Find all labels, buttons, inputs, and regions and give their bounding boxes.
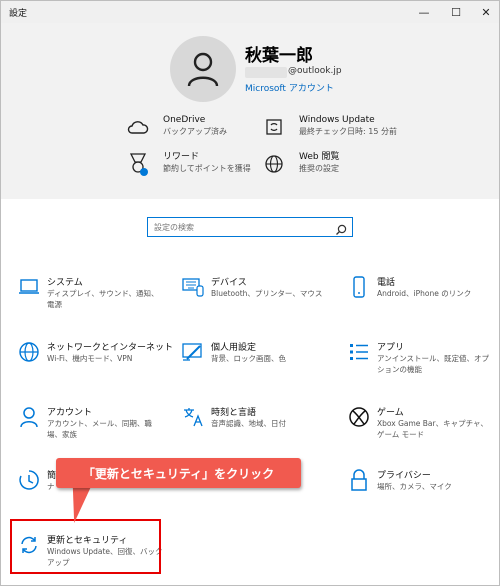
category-title: システム xyxy=(47,278,83,288)
category-gaming[interactable]: ゲーム Xbox Game Bar、キャプチャ、ゲーム モード xyxy=(347,405,497,457)
quick-setting-title: OneDrive xyxy=(163,115,206,125)
lock-icon xyxy=(347,468,371,492)
highlight-box xyxy=(10,519,161,574)
avatar[interactable] xyxy=(170,36,236,102)
quick-setting-windows-update[interactable]: Windows Update 最終チェック日時: 15 分前 xyxy=(261,114,397,140)
quick-setting-onedrive[interactable]: OneDrive バックアップ済み xyxy=(125,114,227,140)
rewards-icon xyxy=(125,151,151,177)
email-redaction xyxy=(245,67,287,78)
keyboard-icon xyxy=(181,275,205,299)
title-bar: 設定 — ☐ ✕ xyxy=(1,1,499,23)
category-title: プライバシー xyxy=(377,471,431,481)
settings-window: 設定 — ☐ ✕ 秋葉一郎 @outlook.jp Microsoft アカウン… xyxy=(0,0,500,586)
category-network[interactable]: ネットワークとインターネット Wi-Fi、機内モード、VPN xyxy=(17,340,173,392)
search-placeholder: 設定の検索 xyxy=(154,223,194,232)
category-title: 電話 xyxy=(377,278,396,288)
category-desc: 場所、カメラ、マイク xyxy=(377,482,452,491)
xbox-icon xyxy=(347,405,371,429)
quick-setting-desc: 最終チェック日時: 15 分前 xyxy=(299,127,397,136)
category-system[interactable]: システム ディスプレイ、サウンド、通知、電源 xyxy=(17,275,167,327)
quick-setting-title: リワード xyxy=(163,152,200,162)
paintbrush-icon xyxy=(181,340,205,364)
category-title: アカウント xyxy=(47,408,93,418)
user-icon xyxy=(187,52,219,87)
person-icon xyxy=(17,405,41,429)
category-desc: Wi-Fi、機内モード、VPN xyxy=(47,354,133,363)
category-time-language[interactable]: 時刻と言語 音声認識、地域、日付 xyxy=(181,405,331,457)
sync-icon xyxy=(261,114,287,140)
microsoft-account-link[interactable]: Microsoft アカウント xyxy=(245,81,334,94)
search-input[interactable]: 設定の検索 xyxy=(147,217,353,237)
quick-setting-rewards[interactable]: リワード 節約してポイントを獲得 xyxy=(125,151,251,177)
category-desc: アカウント、メール、同期、職場、家族 xyxy=(47,419,152,439)
category-desc: 音声認識、地域、日付 xyxy=(211,419,286,428)
category-title: ゲーム xyxy=(377,408,404,418)
category-title: ネットワークとインターネット xyxy=(47,343,174,353)
category-privacy[interactable]: プライバシー 場所、カメラ、マイク xyxy=(347,468,497,520)
quick-setting-desc: 推奨の設定 xyxy=(299,164,339,173)
quick-setting-desc: 節約してポイントを獲得 xyxy=(163,164,251,173)
category-accounts[interactable]: アカウント アカウント、メール、同期、職場、家族 xyxy=(17,405,167,457)
category-phone[interactable]: 電話 Android、iPhone のリンク xyxy=(347,275,497,327)
account-header: 秋葉一郎 @outlook.jp Microsoft アカウント OneDriv… xyxy=(1,23,499,199)
category-title: 時刻と言語 xyxy=(211,408,257,418)
laptop-icon xyxy=(17,275,41,299)
category-apps[interactable]: アプリ アンインストール、既定値、オプションの機能 xyxy=(347,340,497,392)
quick-setting-title: Web 閲覧 xyxy=(299,152,340,162)
category-devices[interactable]: デバイス Bluetooth、プリンター、マウス xyxy=(181,275,331,327)
account-email: @outlook.jp xyxy=(288,66,342,76)
globe-icon xyxy=(261,151,287,177)
window-title: 設定 xyxy=(9,9,28,19)
category-title: アプリ xyxy=(377,343,405,353)
quick-setting-web-browsing[interactable]: Web 閲覧 推奨の設定 xyxy=(261,151,339,177)
callout-text: 「更新とセキュリティ」をクリック xyxy=(82,466,275,481)
category-desc: Android、iPhone のリンク xyxy=(377,289,472,298)
apps-icon xyxy=(347,340,371,364)
category-desc: Xbox Game Bar、キャプチャ、ゲーム モード xyxy=(377,419,488,439)
category-desc: 背景、ロック画面、色 xyxy=(211,354,286,363)
search-icon xyxy=(335,221,347,240)
close-button[interactable]: ✕ xyxy=(471,1,499,23)
ease-of-access-icon xyxy=(17,468,41,492)
category-title: 個人用設定 xyxy=(211,343,257,353)
category-personalization[interactable]: 個人用設定 背景、ロック画面、色 xyxy=(181,340,331,392)
category-desc: Bluetooth、プリンター、マウス xyxy=(211,289,323,298)
maximize-button[interactable]: ☐ xyxy=(441,1,471,23)
quick-setting-title: Windows Update xyxy=(299,115,375,125)
category-title: デバイス xyxy=(211,278,247,288)
category-desc: ディスプレイ、サウンド、通知、電源 xyxy=(47,289,159,309)
quick-setting-desc: バックアップ済み xyxy=(163,127,227,136)
time-language-icon xyxy=(181,405,205,429)
account-name: 秋葉一郎 xyxy=(245,46,313,66)
instruction-callout: 「更新とセキュリティ」をクリック xyxy=(56,458,301,488)
minimize-button[interactable]: — xyxy=(409,1,439,23)
cloud-icon xyxy=(125,114,151,140)
category-desc: アンインストール、既定値、オプションの機能 xyxy=(377,354,490,374)
category-title: 簡 xyxy=(47,471,57,481)
globe-icon xyxy=(17,340,41,364)
phone-icon xyxy=(347,275,371,299)
